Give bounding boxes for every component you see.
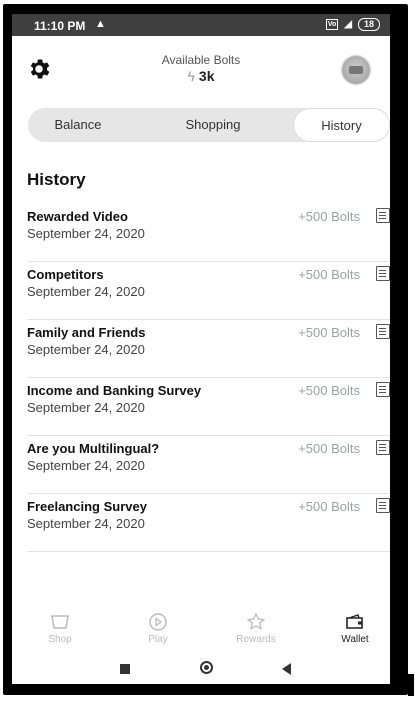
item-date: September 24, 2020 [27, 226, 145, 241]
status-time: 11:10 PM [34, 19, 86, 33]
item-name: Family and Friends [27, 325, 146, 340]
bolts-balance: ϟ 3k [12, 68, 390, 84]
list-item[interactable]: Competitors September 24, 2020 +500 Bolt… [27, 262, 390, 320]
item-amount: +500 Bolts [298, 441, 360, 456]
list-item[interactable]: Freelancing Survey September 24, 2020 +5… [27, 494, 390, 552]
item-amount: +500 Bolts [298, 499, 360, 514]
status-bar: 11:10 PM ▲ Vo ◢ 18 [12, 14, 390, 36]
list-item[interactable]: Family and Friends September 24, 2020 +5… [27, 320, 390, 378]
bolt-icon: ϟ [187, 68, 195, 84]
item-name: Freelancing Survey [27, 499, 147, 514]
signal-icon: ◢ [344, 19, 352, 30]
wallet-icon [346, 614, 363, 629]
tab-history[interactable]: History [293, 108, 390, 142]
avatar[interactable] [342, 56, 370, 84]
item-amount: +500 Bolts [298, 267, 360, 282]
play-icon [149, 613, 167, 631]
phone-screen: 11:10 PM ▲ Vo ◢ 18 Available Bolts ϟ 3k B… [12, 14, 390, 684]
item-date: September 24, 2020 [27, 516, 145, 531]
shop-icon [51, 615, 69, 629]
receipt-icon[interactable] [376, 208, 390, 223]
item-date: September 24, 2020 [27, 458, 145, 473]
nav-play[interactable]: Play [128, 612, 188, 645]
list-item[interactable]: Are you Multilingual? September 24, 2020… [27, 436, 390, 494]
item-date: September 24, 2020 [27, 284, 145, 299]
receipt-icon[interactable] [376, 498, 390, 513]
item-name: Competitors [27, 267, 104, 282]
item-date: September 24, 2020 [27, 400, 145, 415]
item-amount: +500 Bolts [298, 209, 360, 224]
available-bolts-label: Available Bolts [161, 53, 241, 67]
history-title: History [27, 170, 86, 189]
warning-icon: ▲ [95, 18, 106, 30]
receipt-icon[interactable] [376, 382, 390, 397]
system-navigation-bar [12, 654, 390, 684]
list-item[interactable]: Income and Banking Survey September 24, … [27, 378, 390, 436]
nav-label: Play [148, 634, 168, 645]
nav-wallet[interactable]: Wallet [325, 612, 385, 645]
bottom-nav: Shop Play Rewards Wallet [12, 612, 390, 652]
wallet-header: Available Bolts ϟ 3k [12, 36, 390, 98]
star-icon [246, 612, 266, 630]
nav-label: Shop [48, 634, 72, 645]
nav-rewards[interactable]: Rewards [226, 612, 286, 645]
receipt-icon[interactable] [376, 266, 390, 281]
nav-label: Rewards [236, 634, 276, 645]
item-name: Income and Banking Survey [27, 383, 202, 398]
nav-shop[interactable]: Shop [30, 612, 90, 645]
battery-icon: 18 [357, 18, 380, 31]
segmented-tabs: Balance Shopping History [28, 108, 390, 142]
item-name: Are you Multilingual? [27, 441, 160, 456]
receipt-icon[interactable] [376, 324, 390, 339]
item-amount: +500 Bolts [298, 325, 360, 340]
home-button[interactable] [200, 661, 213, 674]
tab-shopping[interactable]: Shopping [158, 108, 268, 142]
receipt-icon[interactable] [376, 440, 390, 455]
tab-balance[interactable]: Balance [28, 108, 128, 142]
nav-label: Wallet [341, 634, 369, 645]
history-list: Rewarded Video September 24, 2020 +500 B… [27, 204, 390, 552]
item-amount: +500 Bolts [298, 383, 360, 398]
device-shadow [408, 674, 414, 696]
item-name: Rewarded Video [27, 209, 128, 224]
list-item[interactable]: Rewarded Video September 24, 2020 +500 B… [27, 204, 390, 262]
recents-button[interactable] [120, 664, 130, 674]
back-button[interactable] [282, 663, 291, 675]
status-icons: Vo ◢ 18 [325, 18, 380, 31]
volte-icon: Vo [325, 19, 339, 30]
bolts-value: 3k [198, 68, 215, 84]
item-date: September 24, 2020 [27, 342, 145, 357]
